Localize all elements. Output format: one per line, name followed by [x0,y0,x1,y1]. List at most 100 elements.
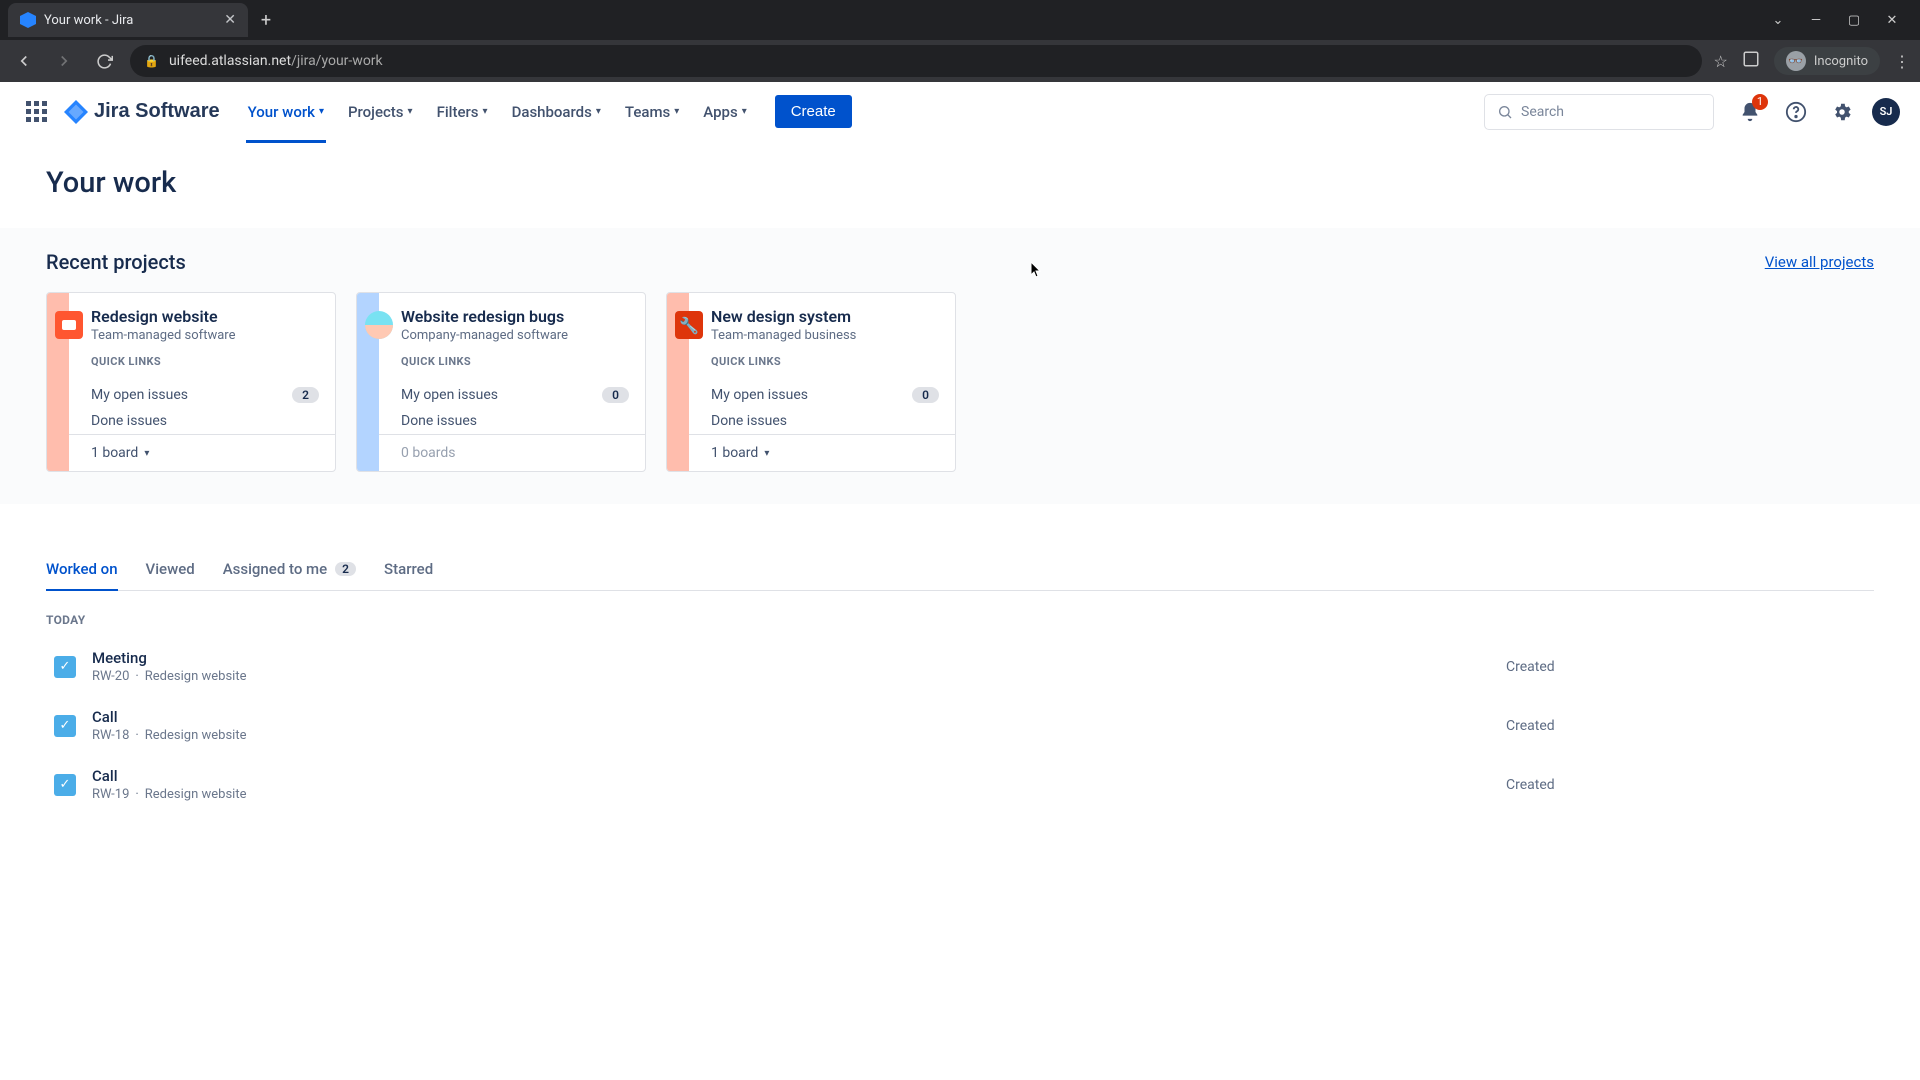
issue-title: Call [92,767,1490,785]
open-issues-badge: 0 [602,387,629,403]
incognito-icon: 👓 [1786,51,1806,71]
work-tabs: Worked on Viewed Assigned to me2 Starred [46,550,1874,591]
issue-meta: RW-20·Redesign website [92,669,1490,684]
task-icon: ✓ [54,656,76,678]
incognito-badge[interactable]: 👓 Incognito [1774,47,1880,75]
extensions-icon[interactable] [1742,50,1760,72]
project-avatar: 🔧 [675,311,703,339]
minimize-icon[interactable]: — [1806,13,1826,28]
task-icon: ✓ [54,715,76,737]
issue-meta: RW-18·Redesign website [92,728,1490,743]
browser-tab[interactable]: Your work - Jira ✕ [8,3,248,37]
project-card[interactable]: 🔧 New design system Team-managed busines… [666,292,956,472]
chevron-down-icon: ▾ [483,106,488,117]
chevron-down-icon: ▾ [408,106,413,117]
notifications-icon[interactable]: 1 [1734,96,1766,128]
issue-title: Call [92,708,1490,726]
lock-icon: 🔒 [144,54,159,68]
nav-items: Your work▾ Projects▾ Filters▾ Dashboards… [238,97,757,127]
project-avatar [365,311,393,339]
issue-status: Created [1506,718,1866,734]
my-open-issues-link[interactable]: My open issues 0 [689,382,955,408]
nav-dashboards[interactable]: Dashboards▾ [502,97,611,127]
app-switcher-icon[interactable] [20,96,52,128]
create-button[interactable]: Create [775,95,852,128]
url-host: uifeed.atlassian.net [169,53,291,69]
jira-header: Jira Software Your work▾ Projects▾ Filte… [0,82,1920,142]
settings-icon[interactable] [1826,96,1858,128]
jira-page: Jira Software Your work▾ Projects▾ Filte… [0,82,1920,1080]
project-type: Team-managed business [711,328,937,343]
tab-badge: 2 [335,562,356,576]
issue-status: Created [1506,777,1866,793]
done-issues-link[interactable]: Done issues [379,408,645,434]
issue-title: Meeting [92,649,1490,667]
issue-row[interactable]: ✓ Call RW-19·Redesign website Created [46,755,1874,814]
issue-row[interactable]: ✓ Call RW-18·Redesign website Created [46,696,1874,755]
back-button[interactable] [10,47,38,75]
tab-starred[interactable]: Starred [384,550,433,590]
bookmark-icon[interactable]: ☆ [1714,52,1728,71]
nav-apps[interactable]: Apps▾ [693,97,756,127]
reload-button[interactable] [90,47,118,75]
my-open-issues-link[interactable]: My open issues 0 [379,382,645,408]
issue-meta: RW-19·Redesign website [92,787,1490,802]
group-today-label: TODAY [46,613,1874,627]
chevron-down-icon: ▾ [742,106,747,117]
my-open-issues-link[interactable]: My open issues 2 [69,382,335,408]
tab-assigned-to-me[interactable]: Assigned to me2 [223,550,356,590]
project-name: Redesign website [91,307,317,326]
jira-logo[interactable]: Jira Software [64,100,220,124]
chevron-down-icon[interactable]: ⌄ [1768,13,1788,28]
done-issues-link[interactable]: Done issues [69,408,335,434]
help-icon[interactable] [1780,96,1812,128]
chevron-down-icon: ▾ [144,448,149,459]
chevron-down-icon: ▾ [764,448,769,459]
project-type: Company-managed software [401,328,627,343]
search-placeholder: Search [1521,104,1564,120]
open-issues-badge: 2 [292,387,319,403]
new-tab-button[interactable]: + [252,6,280,34]
maximize-icon[interactable]: ▢ [1844,13,1864,28]
search-icon [1497,104,1513,120]
close-window-icon[interactable]: ✕ [1882,13,1902,28]
done-issues-link[interactable]: Done issues [689,408,955,434]
issue-row[interactable]: ✓ Meeting RW-20·Redesign website Created [46,637,1874,696]
tab-title: Your work - Jira [44,13,216,28]
boards-dropdown[interactable]: 1 board▾ [689,434,955,471]
incognito-label: Incognito [1814,54,1868,69]
view-all-projects-link[interactable]: View all projects [1765,253,1874,271]
boards-dropdown: 0 boards [379,434,645,471]
address-bar[interactable]: 🔒 uifeed.atlassian.net/jira/your-work [130,45,1702,77]
project-type: Team-managed software [91,328,317,343]
project-card[interactable]: Redesign website Team-managed software Q… [46,292,336,472]
chevron-down-icon: ▾ [596,106,601,117]
project-name: Website redesign bugs [401,307,627,326]
browser-menu-icon[interactable]: ⋮ [1894,52,1910,71]
quick-links-label: QUICK LINKS [711,355,937,368]
search-input[interactable]: Search [1484,94,1714,130]
open-issues-badge: 0 [912,387,939,403]
task-icon: ✓ [54,774,76,796]
page-title: Your work [46,166,1874,200]
logo-text: Jira Software [94,100,220,123]
user-avatar[interactable]: SJ [1872,98,1900,126]
recent-projects-section: Recent projects View all projects Redesi… [0,228,1920,504]
tab-worked-on[interactable]: Worked on [46,550,118,590]
jira-logo-icon [64,100,88,124]
nav-your-work[interactable]: Your work▾ [238,97,334,127]
project-name: New design system [711,307,937,326]
quick-links-label: QUICK LINKS [91,355,317,368]
boards-dropdown[interactable]: 1 board▾ [69,434,335,471]
project-card[interactable]: Website redesign bugs Company-managed so… [356,292,646,472]
notification-badge: 1 [1752,94,1768,110]
tab-viewed[interactable]: Viewed [146,550,195,590]
url-path: /jira/your-work [291,53,383,69]
forward-button [50,47,78,75]
close-tab-icon[interactable]: ✕ [224,12,236,28]
chevron-down-icon: ▾ [674,106,679,117]
nav-filters[interactable]: Filters▾ [427,97,498,127]
nav-projects[interactable]: Projects▾ [338,97,423,127]
browser-chrome: Your work - Jira ✕ + ⌄ — ▢ ✕ 🔒 uifeed.at… [0,0,1920,82]
nav-teams[interactable]: Teams▾ [615,97,689,127]
